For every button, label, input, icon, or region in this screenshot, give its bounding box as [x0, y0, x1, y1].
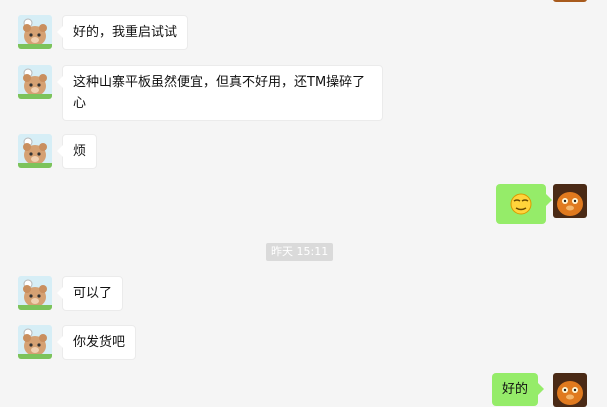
message-bubble[interactable]: 烦: [56, 134, 98, 169]
contact-avatar[interactable]: [18, 15, 52, 49]
message-bubble[interactable]: 好的，我重启试试: [56, 15, 189, 50]
contact-avatar[interactable]: [18, 325, 52, 359]
message-bubble[interactable]: 这种山寨平板虽然便宜，但真不好用，还TM操碎了心: [57, 65, 383, 121]
smug-emoji-icon: [510, 193, 532, 215]
message-text: 你发货吧: [73, 335, 126, 350]
previous-avatar-edge: [553, 0, 587, 2]
message-text: 可以了: [73, 286, 113, 301]
contact-avatar[interactable]: [18, 276, 52, 310]
message-bubble[interactable]: 可以了: [56, 276, 124, 311]
contact-avatar[interactable]: [18, 65, 52, 99]
message-text: 好的，我重启试试: [73, 25, 178, 40]
timestamp: 昨天 15:11: [266, 243, 334, 261]
message-text: 烦: [73, 144, 87, 159]
self-avatar[interactable]: [553, 373, 587, 407]
message-text: 好的: [502, 382, 529, 397]
message-bubble[interactable]: 你发货吧: [56, 325, 137, 360]
self-avatar[interactable]: [553, 184, 587, 218]
message-bubble[interactable]: 好的: [492, 373, 545, 406]
message-text: 这种山寨平板虽然便宜，但真不好用，还TM操碎了心: [73, 75, 366, 111]
emoji-message-bubble[interactable]: [496, 184, 552, 224]
contact-avatar[interactable]: [18, 134, 52, 168]
